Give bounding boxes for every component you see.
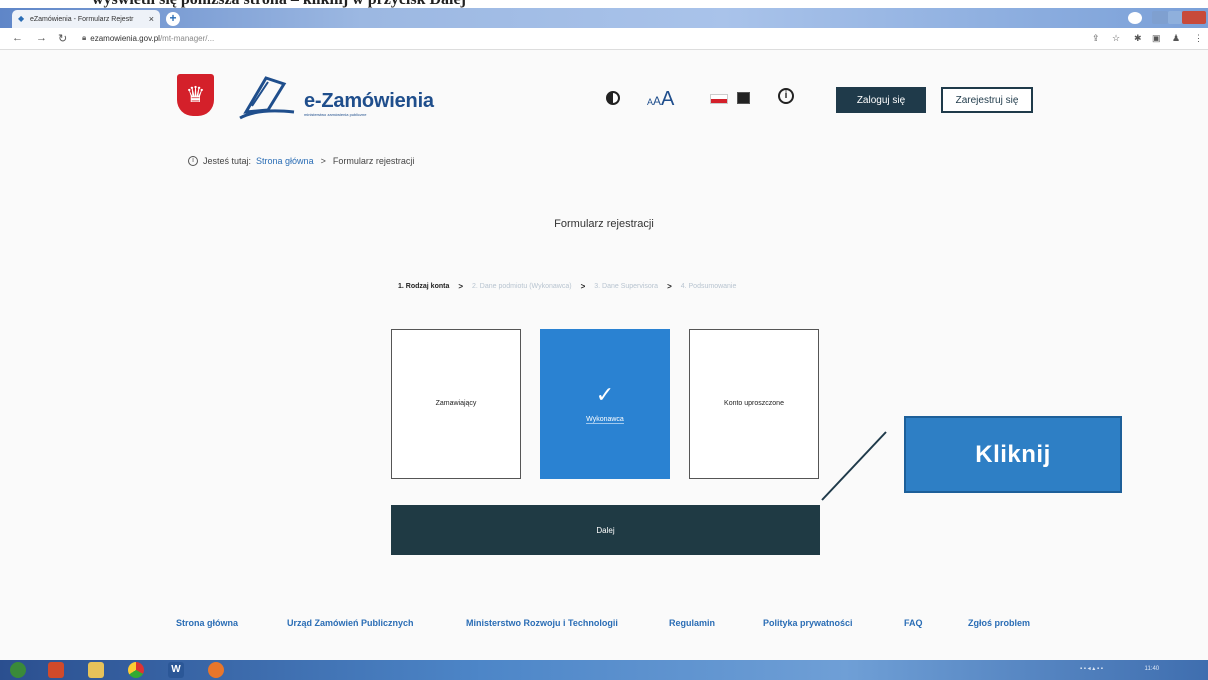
step-chevron-icon: >	[667, 282, 672, 291]
page: ♛ e-Zamówienia ministerstwo zamówienia p…	[0, 50, 1208, 660]
system-tray: ▪ ▪ ◂ ▴ ▪ ▪ 11:40	[1080, 665, 1159, 672]
firefox-icon[interactable]	[208, 662, 224, 678]
login-button[interactable]: Zaloguj się	[836, 87, 926, 113]
browser-tab[interactable]: ◆ eZamówienia - Formularz Rejestr ×	[12, 10, 160, 28]
clock: 11:40	[1144, 666, 1160, 672]
tab-close-icon[interactable]: ×	[149, 14, 154, 24]
font-mid-button[interactable]: A	[653, 94, 661, 108]
url-path: /mt-manager/...	[159, 33, 215, 43]
extensions-icon[interactable]: ✱	[1134, 33, 1142, 44]
step-chevron-icon: >	[580, 282, 586, 291]
minimize-button[interactable]	[1152, 11, 1168, 24]
footer-link-ministry[interactable]: Ministerstwo Rozwoju i Technologii	[466, 618, 618, 628]
e-zamowienia-logo-icon[interactable]	[238, 72, 296, 122]
taskbar: W ▪ ▪ ◂ ▴ ▪ ▪ 11:40	[0, 660, 1208, 680]
explorer-icon[interactable]	[88, 662, 104, 678]
screen: { "instruction": {"text": "wyświetli się…	[0, 0, 1208, 680]
card-label: Zamawiający	[435, 400, 477, 407]
contrast-icon[interactable]	[606, 91, 620, 105]
footer-link-uzp[interactable]: Urząd Zamówień Publicznych	[287, 618, 414, 628]
callout-box: Kliknij	[904, 416, 1122, 493]
form-title: Formularz rejestracji	[554, 218, 654, 230]
account-icon[interactable]: ♟	[1172, 33, 1180, 44]
account-type-card-konto-uproszczone[interactable]: Konto uproszczone	[689, 329, 819, 479]
profile-icon[interactable]	[1128, 12, 1142, 24]
document-instruction: wyświetli się poniższa strona – kliknij …	[0, 0, 1208, 8]
step-4: 4. Podsumowanie	[680, 283, 737, 290]
footer-link-terms[interactable]: Regulamin	[669, 618, 715, 628]
footer-links: Strona główna Urząd Zamówień Publicznych…	[0, 618, 1208, 634]
step-3: 3. Dane Supervisora	[594, 283, 659, 290]
chrome-icon[interactable]	[128, 662, 144, 678]
account-type-card-wykonawca[interactable]: ✓ Wykonawca	[540, 329, 670, 479]
step-indicator: 1. Rodzaj konta > 2. Dane podmiotu (Wyko…	[398, 282, 736, 291]
word-icon[interactable]: W	[168, 662, 184, 678]
menu-icon[interactable]: ⋮	[1194, 33, 1203, 44]
footer-link-privacy[interactable]: Polityka prywatności	[763, 618, 853, 628]
font-size-switcher[interactable]: AAA	[647, 88, 674, 111]
close-window-button[interactable]	[1182, 11, 1206, 24]
star-icon[interactable]: ☆	[1112, 33, 1120, 44]
brand-subtitle: ministerstwo zamówienia publiczne	[304, 112, 367, 117]
breadcrumb-separator: >	[320, 156, 326, 166]
info-circle-icon: i	[188, 156, 198, 166]
breadcrumb-home-link[interactable]: Strona główna	[256, 156, 314, 166]
tray-icons[interactable]: ▪ ▪ ◂ ▴ ▪ ▪	[1080, 666, 1103, 672]
maximize-button[interactable]	[1168, 11, 1182, 24]
url-host: ezamowienia.gov.pl	[90, 33, 160, 43]
flag-uk-icon[interactable]	[737, 92, 750, 104]
next-button[interactable]: Dalej	[391, 505, 820, 555]
favicon-icon: ◆	[18, 14, 25, 23]
instruction-text: wyświetli się poniższa strona – kliknij …	[92, 0, 466, 8]
register-button[interactable]: Zarejestruj się	[941, 87, 1033, 113]
back-arrow-icon[interactable]: ←	[12, 32, 23, 44]
breadcrumb-current: Formularz rejestracji	[332, 156, 415, 166]
card-label: Wykonawca	[586, 416, 624, 424]
brand-name[interactable]: e-Zamówienia	[304, 90, 434, 113]
account-type-card-zamawiajacy[interactable]: Zamawiający	[391, 329, 521, 479]
media-icon[interactable]	[48, 662, 64, 678]
share-icon[interactable]: ⇪	[1092, 33, 1100, 44]
tab-title: eZamówienia - Formularz Rejestr	[30, 15, 134, 23]
step-2: 2. Dane podmiotu (Wykonawca)	[472, 283, 572, 290]
step-chevron-icon: >	[458, 282, 464, 291]
footer-link-report[interactable]: Zgłoś problem	[968, 618, 1030, 628]
sidepanel-icon[interactable]: ▣	[1152, 33, 1161, 44]
footer-link-home[interactable]: Strona główna	[176, 618, 238, 628]
font-large-button[interactable]: A	[661, 88, 674, 110]
breadcrumb-prefix: Jesteś tutaj:	[203, 156, 252, 166]
start-orb-icon[interactable]	[10, 662, 26, 678]
info-icon[interactable]: i	[778, 88, 794, 104]
step-1: 1. Rodzaj konta	[398, 283, 450, 290]
reload-icon[interactable]: ↻	[58, 32, 67, 45]
browser-tab-bar: ◆ eZamówienia - Formularz Rejestr × +	[0, 8, 1208, 28]
breadcrumb: i Jesteś tutaj: Strona główna > Formular…	[188, 156, 414, 166]
check-icon: ✓	[595, 382, 615, 407]
forward-arrow-icon[interactable]: →	[36, 32, 47, 44]
new-tab-button[interactable]: +	[166, 12, 180, 26]
footer-link-faq[interactable]: FAQ	[904, 618, 923, 628]
polish-emblem-icon: ♛	[177, 74, 214, 116]
card-label: Konto uproszczone	[724, 400, 784, 407]
lock-icon: 🔒︎	[82, 33, 87, 42]
address-bar: ← → ↻ 🔒︎ ezamowienia.gov.pl /mt-manager/…	[0, 28, 1208, 50]
url-field[interactable]: 🔒︎ ezamowienia.gov.pl /mt-manager/...	[82, 33, 214, 43]
callout-pointer-line	[821, 431, 887, 501]
flag-pl-icon[interactable]	[710, 94, 728, 104]
